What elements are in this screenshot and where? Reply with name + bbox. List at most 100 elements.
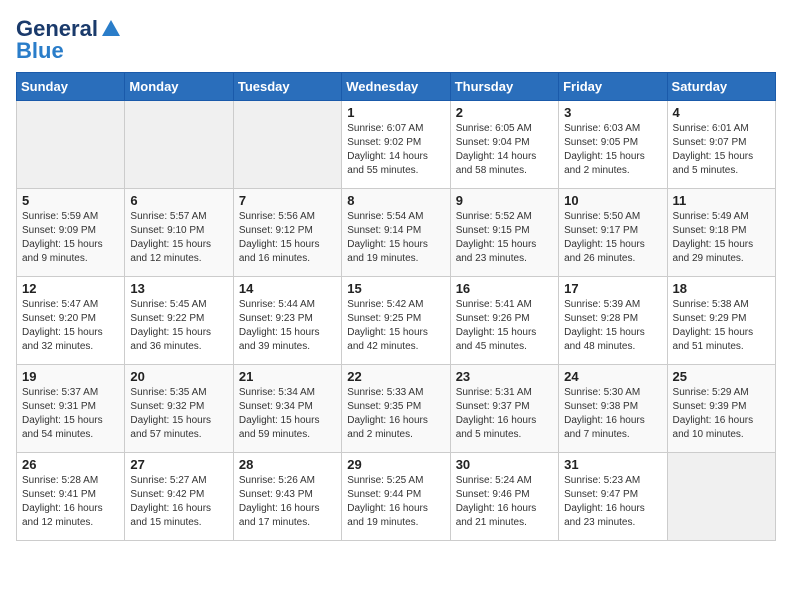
calendar-cell <box>17 101 125 189</box>
day-number: 10 <box>564 193 661 208</box>
day-info: Sunrise: 5:38 AM Sunset: 9:29 PM Dayligh… <box>673 298 770 354</box>
day-info: Sunrise: 5:26 AM Sunset: 9:43 PM Dayligh… <box>239 474 336 530</box>
day-info: Sunrise: 5:25 AM Sunset: 9:44 PM Dayligh… <box>347 474 444 530</box>
calendar-cell: 3 Sunrise: 6:03 AM Sunset: 9:05 PM Daylig… <box>559 101 667 189</box>
calendar-cell <box>125 101 233 189</box>
calendar-cell: 5 Sunrise: 5:59 AM Sunset: 9:09 PM Daylig… <box>17 189 125 277</box>
calendar-cell <box>233 101 341 189</box>
day-info: Sunrise: 5:27 AM Sunset: 9:42 PM Dayligh… <box>130 474 227 530</box>
day-info: Sunrise: 5:41 AM Sunset: 9:26 PM Dayligh… <box>456 298 553 354</box>
calendar-cell: 2Sunrise: 6:05 AM Sunset: 9:04 PM Daylig… <box>450 101 558 189</box>
calendar-cell: 28 Sunrise: 5:26 AM Sunset: 9:43 PM Dayli… <box>233 453 341 541</box>
calendar-cell: 1Sunrise: 6:07 AM Sunset: 9:02 PM Daylig… <box>342 101 450 189</box>
calendar-cell: 18 Sunrise: 5:38 AM Sunset: 9:29 PM Dayli… <box>667 277 775 365</box>
calendar-cell: 10 Sunrise: 5:50 AM Sunset: 9:17 PM Dayli… <box>559 189 667 277</box>
day-info: Sunrise: 5:56 AM Sunset: 9:12 PM Dayligh… <box>239 210 336 266</box>
day-number: 7 <box>239 193 336 208</box>
day-number: 6 <box>130 193 227 208</box>
calendar-cell: 23 Sunrise: 5:31 AM Sunset: 9:37 PM Dayli… <box>450 365 558 453</box>
day-info: Sunrise: 5:54 AM Sunset: 9:14 PM Dayligh… <box>347 210 444 266</box>
calendar-cell: 30 Sunrise: 5:24 AM Sunset: 9:46 PM Dayli… <box>450 453 558 541</box>
day-number: 21 <box>239 369 336 384</box>
calendar-cell: 17 Sunrise: 5:39 AM Sunset: 9:28 PM Dayli… <box>559 277 667 365</box>
day-info: Sunrise: 5:39 AM Sunset: 9:28 PM Dayligh… <box>564 298 661 354</box>
day-info: Sunrise: 5:29 AM Sunset: 9:39 PM Dayligh… <box>673 386 770 442</box>
calendar-cell: 16 Sunrise: 5:41 AM Sunset: 9:26 PM Dayli… <box>450 277 558 365</box>
weekday-header-saturday: Saturday <box>667 73 775 101</box>
logo: General Blue <box>16 16 122 64</box>
day-info: Sunrise: 5:35 AM Sunset: 9:32 PM Dayligh… <box>130 386 227 442</box>
logo-icon <box>100 18 122 40</box>
weekday-header-tuesday: Tuesday <box>233 73 341 101</box>
page-header: General Blue <box>16 16 776 64</box>
day-number: 28 <box>239 457 336 472</box>
calendar-cell: 14Sunrise: 5:44 AM Sunset: 9:23 PM Dayli… <box>233 277 341 365</box>
calendar-cell: 26 Sunrise: 5:28 AM Sunset: 9:41 PM Dayli… <box>17 453 125 541</box>
calendar-cell: 4 Sunrise: 6:01 AM Sunset: 9:07 PM Daylig… <box>667 101 775 189</box>
day-number: 24 <box>564 369 661 384</box>
day-number: 26 <box>22 457 119 472</box>
day-info: Sunrise: 5:44 AM Sunset: 9:23 PM Dayligh… <box>239 298 336 354</box>
calendar-cell: 24 Sunrise: 5:30 AM Sunset: 9:38 PM Dayli… <box>559 365 667 453</box>
day-number: 4 <box>673 105 770 120</box>
day-number: 13 <box>130 281 227 296</box>
day-info: Sunrise: 5:47 AM Sunset: 9:20 PM Dayligh… <box>22 298 119 354</box>
day-number: 25 <box>673 369 770 384</box>
calendar-cell: 21Sunrise: 5:34 AM Sunset: 9:34 PM Dayli… <box>233 365 341 453</box>
day-number: 22 <box>347 369 444 384</box>
calendar-week-row: 12Sunrise: 5:47 AM Sunset: 9:20 PM Dayli… <box>17 277 776 365</box>
day-number: 27 <box>130 457 227 472</box>
logo-blue-text: Blue <box>16 38 64 64</box>
calendar-table: SundayMondayTuesdayWednesdayThursdayFrid… <box>16 72 776 541</box>
day-number: 31 <box>564 457 661 472</box>
day-info: Sunrise: 5:45 AM Sunset: 9:22 PM Dayligh… <box>130 298 227 354</box>
weekday-header-wednesday: Wednesday <box>342 73 450 101</box>
calendar-cell: 6 Sunrise: 5:57 AM Sunset: 9:10 PM Daylig… <box>125 189 233 277</box>
day-info: Sunrise: 5:59 AM Sunset: 9:09 PM Dayligh… <box>22 210 119 266</box>
day-info: Sunrise: 5:28 AM Sunset: 9:41 PM Dayligh… <box>22 474 119 530</box>
day-info: Sunrise: 5:37 AM Sunset: 9:31 PM Dayligh… <box>22 386 119 442</box>
weekday-header-monday: Monday <box>125 73 233 101</box>
calendar-cell: 11 Sunrise: 5:49 AM Sunset: 9:18 PM Dayli… <box>667 189 775 277</box>
calendar-week-row: 26 Sunrise: 5:28 AM Sunset: 9:41 PM Dayli… <box>17 453 776 541</box>
day-number: 5 <box>22 193 119 208</box>
day-info: Sunrise: 5:49 AM Sunset: 9:18 PM Dayligh… <box>673 210 770 266</box>
calendar-week-row: 19Sunrise: 5:37 AM Sunset: 9:31 PM Dayli… <box>17 365 776 453</box>
day-info: Sunrise: 5:50 AM Sunset: 9:17 PM Dayligh… <box>564 210 661 266</box>
day-number: 1 <box>347 105 444 120</box>
day-number: 11 <box>673 193 770 208</box>
day-number: 29 <box>347 457 444 472</box>
day-info: Sunrise: 6:03 AM Sunset: 9:05 PM Dayligh… <box>564 122 661 178</box>
day-number: 16 <box>456 281 553 296</box>
day-number: 23 <box>456 369 553 384</box>
calendar-header-row: SundayMondayTuesdayWednesdayThursdayFrid… <box>17 73 776 101</box>
calendar-cell: 31Sunrise: 5:23 AM Sunset: 9:47 PM Dayli… <box>559 453 667 541</box>
day-number: 20 <box>130 369 227 384</box>
calendar-cell: 20 Sunrise: 5:35 AM Sunset: 9:32 PM Dayli… <box>125 365 233 453</box>
day-number: 3 <box>564 105 661 120</box>
calendar-cell: 13 Sunrise: 5:45 AM Sunset: 9:22 PM Dayli… <box>125 277 233 365</box>
day-info: Sunrise: 6:01 AM Sunset: 9:07 PM Dayligh… <box>673 122 770 178</box>
day-info: Sunrise: 5:42 AM Sunset: 9:25 PM Dayligh… <box>347 298 444 354</box>
day-info: Sunrise: 5:57 AM Sunset: 9:10 PM Dayligh… <box>130 210 227 266</box>
day-info: Sunrise: 5:31 AM Sunset: 9:37 PM Dayligh… <box>456 386 553 442</box>
calendar-cell: 22Sunrise: 5:33 AM Sunset: 9:35 PM Dayli… <box>342 365 450 453</box>
calendar-cell: 15 Sunrise: 5:42 AM Sunset: 9:25 PM Dayli… <box>342 277 450 365</box>
calendar-cell: 9Sunrise: 5:52 AM Sunset: 9:15 PM Daylig… <box>450 189 558 277</box>
calendar-week-row: 1Sunrise: 6:07 AM Sunset: 9:02 PM Daylig… <box>17 101 776 189</box>
day-number: 9 <box>456 193 553 208</box>
weekday-header-thursday: Thursday <box>450 73 558 101</box>
weekday-header-friday: Friday <box>559 73 667 101</box>
day-number: 15 <box>347 281 444 296</box>
day-number: 8 <box>347 193 444 208</box>
day-info: Sunrise: 5:30 AM Sunset: 9:38 PM Dayligh… <box>564 386 661 442</box>
day-number: 17 <box>564 281 661 296</box>
day-number: 30 <box>456 457 553 472</box>
calendar-cell: 12Sunrise: 5:47 AM Sunset: 9:20 PM Dayli… <box>17 277 125 365</box>
weekday-header-sunday: Sunday <box>17 73 125 101</box>
calendar-cell: 25 Sunrise: 5:29 AM Sunset: 9:39 PM Dayli… <box>667 365 775 453</box>
calendar-cell: 8 Sunrise: 5:54 AM Sunset: 9:14 PM Daylig… <box>342 189 450 277</box>
day-info: Sunrise: 5:24 AM Sunset: 9:46 PM Dayligh… <box>456 474 553 530</box>
day-number: 18 <box>673 281 770 296</box>
calendar-week-row: 5 Sunrise: 5:59 AM Sunset: 9:09 PM Daylig… <box>17 189 776 277</box>
